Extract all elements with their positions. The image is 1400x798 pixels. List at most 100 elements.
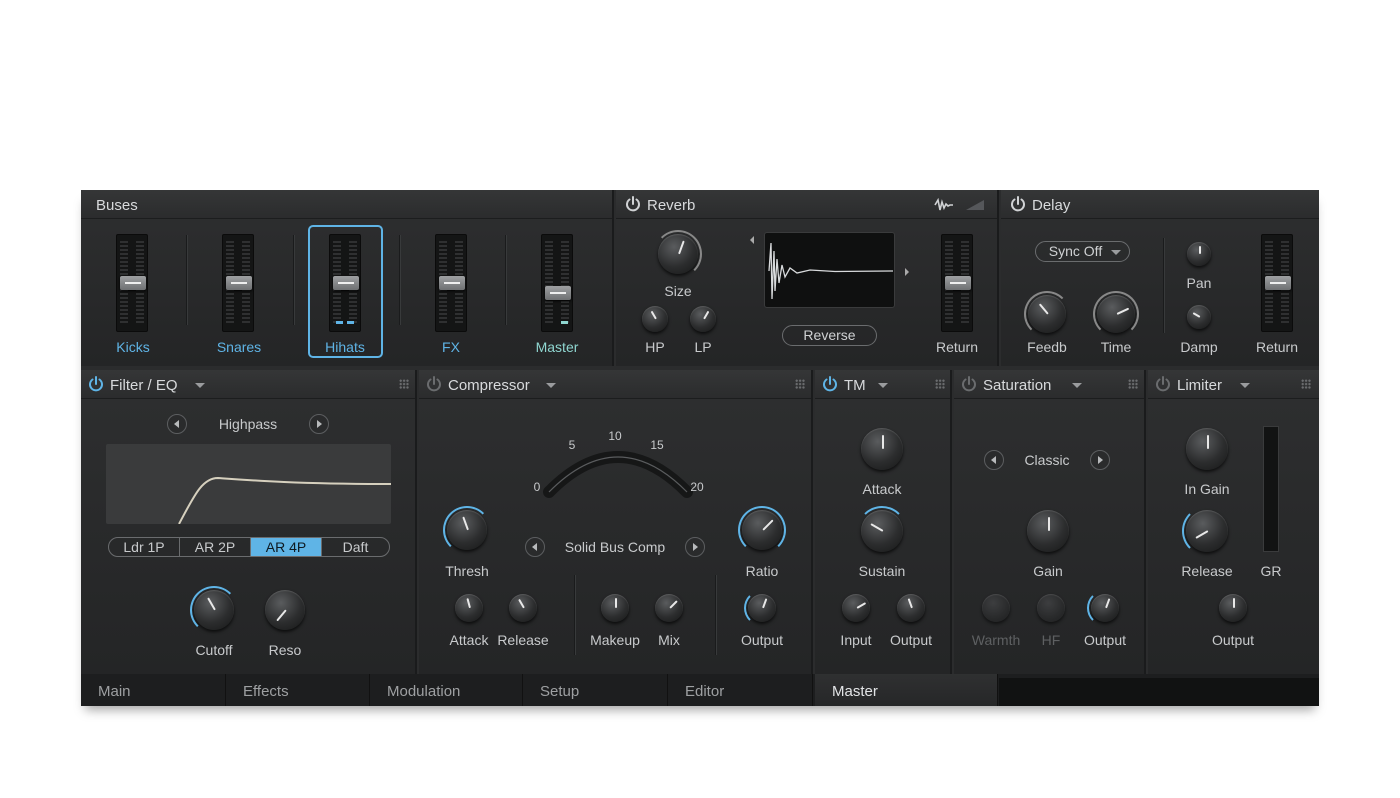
tm-attack-knob[interactable] bbox=[861, 428, 903, 470]
fader-handle[interactable] bbox=[333, 276, 359, 290]
tm-output-knob[interactable] bbox=[897, 594, 925, 622]
in-gain-knob[interactable] bbox=[1186, 428, 1228, 470]
grip-icon[interactable] bbox=[1128, 379, 1138, 389]
prev-sat-mode-icon[interactable] bbox=[984, 450, 1004, 470]
hf-knob[interactable] bbox=[1037, 594, 1065, 622]
reso-knob[interactable] bbox=[265, 590, 305, 630]
time-label: Time bbox=[1100, 339, 1132, 355]
filter-type-ldr1p[interactable]: Ldr 1P bbox=[109, 538, 180, 556]
chevron-down-icon bbox=[1111, 250, 1121, 255]
sync-dropdown[interactable]: Sync Off bbox=[1035, 241, 1130, 262]
pan-knob[interactable] bbox=[1187, 242, 1211, 266]
tab-setup[interactable]: Setup bbox=[523, 674, 668, 706]
feedb-knob[interactable] bbox=[1024, 291, 1070, 337]
tab-effects[interactable]: Effects bbox=[226, 674, 370, 706]
hp-label: HP bbox=[645, 339, 665, 355]
chevron-down-icon[interactable] bbox=[878, 383, 888, 388]
tab-modulation[interactable]: Modulation bbox=[370, 674, 523, 706]
power-icon[interactable] bbox=[624, 195, 642, 213]
delay-return-fader[interactable] bbox=[1261, 234, 1293, 332]
power-icon[interactable] bbox=[87, 375, 105, 393]
warmth-knob[interactable] bbox=[982, 594, 1010, 622]
next-preset-icon[interactable] bbox=[685, 537, 705, 557]
bus-label-snares[interactable]: Snares bbox=[217, 339, 261, 355]
filter-type-selector[interactable]: Ldr 1P AR 2P AR 4P Daft bbox=[108, 537, 390, 557]
grip-icon[interactable] bbox=[795, 379, 805, 389]
power-icon[interactable] bbox=[1154, 375, 1172, 393]
fader-master[interactable] bbox=[541, 234, 573, 332]
filter-header: Filter / EQ bbox=[81, 370, 415, 399]
delay-return-label: Return bbox=[1255, 339, 1299, 355]
size-knob[interactable] bbox=[654, 230, 702, 278]
prev-mode-icon[interactable] bbox=[167, 414, 187, 434]
power-icon[interactable] bbox=[960, 375, 978, 393]
comp-output-knob[interactable] bbox=[744, 590, 776, 626]
thresh-knob[interactable] bbox=[443, 506, 491, 554]
fader-handle[interactable] bbox=[545, 286, 571, 300]
bus-label-fx[interactable]: FX bbox=[442, 339, 460, 355]
tab-master[interactable]: Master bbox=[815, 674, 998, 706]
filter-type-ar2p[interactable]: AR 2P bbox=[180, 538, 251, 556]
chevron-down-icon[interactable] bbox=[546, 383, 556, 388]
tm-panel: TM Attack Sustain Input Output bbox=[815, 370, 952, 674]
makeup-label: Makeup bbox=[590, 632, 640, 648]
makeup-knob[interactable] bbox=[601, 594, 629, 622]
damp-knob[interactable] bbox=[1187, 305, 1211, 329]
cutoff-knob[interactable] bbox=[190, 586, 238, 634]
bus-label-master[interactable]: Master bbox=[536, 339, 579, 355]
fader-kicks[interactable] bbox=[116, 234, 148, 332]
hp-knob[interactable] bbox=[642, 306, 668, 332]
fader-hihats[interactable] bbox=[329, 234, 361, 332]
bus-label-kicks[interactable]: Kicks bbox=[116, 339, 149, 355]
tm-input-knob[interactable] bbox=[842, 594, 870, 622]
limiter-release-knob[interactable] bbox=[1182, 506, 1228, 556]
tab-main[interactable]: Main bbox=[81, 674, 226, 706]
filter-type-ar4p[interactable]: AR 4P bbox=[251, 538, 322, 556]
attack-knob[interactable] bbox=[455, 594, 483, 622]
bus-label-hihats[interactable]: Hihats bbox=[325, 339, 365, 355]
reverb-return-label: Return bbox=[935, 339, 979, 355]
tm-sustain-knob[interactable] bbox=[857, 506, 907, 552]
reverb-title: Reverb bbox=[647, 197, 696, 214]
sat-gain-knob[interactable] bbox=[1027, 510, 1069, 552]
next-sat-mode-icon[interactable] bbox=[1090, 450, 1110, 470]
release-knob[interactable] bbox=[509, 594, 537, 622]
ratio-knob[interactable] bbox=[738, 506, 786, 554]
reverse-button[interactable]: Reverse bbox=[782, 325, 877, 346]
fader-handle[interactable] bbox=[1265, 276, 1291, 290]
prev-ir-icon[interactable] bbox=[749, 232, 754, 244]
limiter-output-knob[interactable] bbox=[1219, 594, 1247, 622]
grip-icon[interactable] bbox=[1301, 379, 1311, 389]
waveform-icon[interactable] bbox=[934, 198, 954, 212]
power-icon[interactable] bbox=[821, 375, 839, 393]
next-ir-icon[interactable] bbox=[904, 264, 910, 282]
fader-handle[interactable] bbox=[439, 276, 465, 290]
lp-knob[interactable] bbox=[690, 306, 716, 332]
ir-waveform-display bbox=[764, 232, 895, 308]
mix-knob[interactable] bbox=[655, 594, 683, 622]
time-knob[interactable] bbox=[1093, 291, 1139, 337]
fader-handle[interactable] bbox=[120, 276, 146, 290]
ramp-icon[interactable] bbox=[965, 199, 985, 211]
grip-icon[interactable] bbox=[935, 379, 945, 389]
next-mode-icon[interactable] bbox=[309, 414, 329, 434]
tab-editor[interactable]: Editor bbox=[668, 674, 813, 706]
fader-snares[interactable] bbox=[222, 234, 254, 332]
filter-type-daft[interactable]: Daft bbox=[322, 538, 389, 556]
reverb-return-fader[interactable] bbox=[941, 234, 973, 332]
damp-label: Damp bbox=[1180, 339, 1218, 355]
power-icon[interactable] bbox=[425, 375, 443, 393]
grip-icon[interactable] bbox=[399, 379, 409, 389]
power-icon[interactable] bbox=[1009, 195, 1027, 213]
prev-preset-icon[interactable] bbox=[525, 537, 545, 557]
filter-panel: Filter / EQ Highpass Ldr 1P AR 2P AR 4P … bbox=[81, 370, 417, 674]
fader-fx[interactable] bbox=[435, 234, 467, 332]
delay-header: Delay bbox=[1001, 190, 1319, 219]
chevron-down-icon[interactable] bbox=[1072, 383, 1082, 388]
gr-scale-0: 0 bbox=[533, 480, 541, 494]
fader-handle[interactable] bbox=[226, 276, 252, 290]
fader-handle[interactable] bbox=[945, 276, 971, 290]
chevron-down-icon[interactable] bbox=[195, 383, 205, 388]
chevron-down-icon[interactable] bbox=[1240, 383, 1250, 388]
sat-output-knob[interactable] bbox=[1087, 590, 1119, 626]
